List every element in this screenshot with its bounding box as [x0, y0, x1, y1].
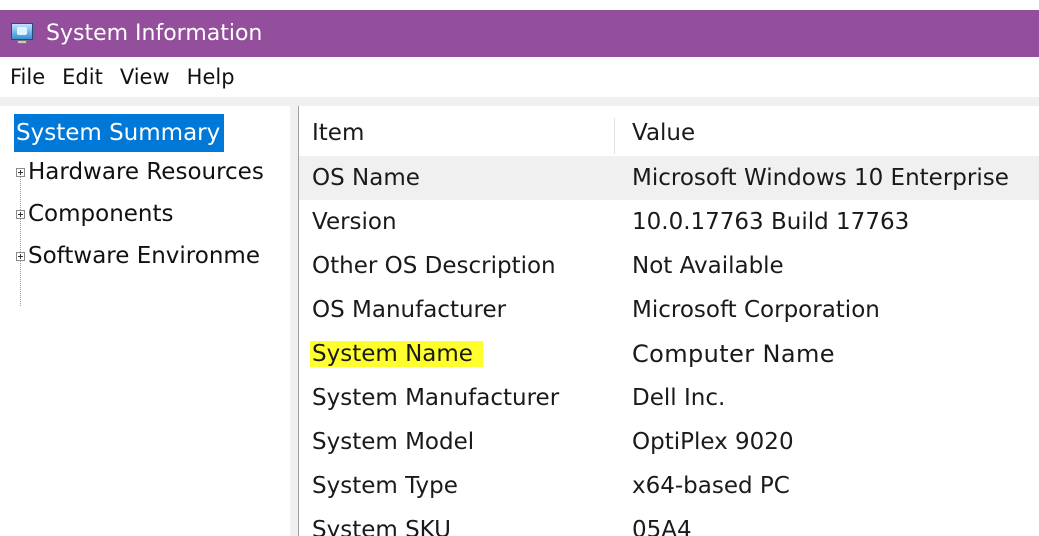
tree-item-label: Hardware Resources: [28, 159, 264, 185]
tree-item-software-environment[interactable]: Software Environme: [16, 236, 260, 276]
menu-file[interactable]: File: [10, 65, 45, 89]
row-value: x64-based PC: [632, 473, 790, 499]
table-row[interactable]: System Manufacturer Dell Inc.: [299, 376, 1039, 420]
menu-bar: File Edit View Help: [0, 57, 1039, 97]
table-row[interactable]: System Name Computer Name: [299, 332, 1039, 376]
top-margin: [0, 0, 1039, 10]
tree-item-hardware-resources[interactable]: Hardware Resources: [16, 152, 264, 192]
window-title: System Information: [46, 21, 263, 46]
row-item: System Model: [312, 429, 475, 455]
expand-plus-icon[interactable]: [16, 209, 25, 219]
row-value: Microsoft Corporation: [632, 297, 880, 323]
table-row[interactable]: System Model OptiPlex 9020: [299, 420, 1039, 464]
table-row[interactable]: System Type x64-based PC: [299, 464, 1039, 508]
table-row[interactable]: OS Manufacturer Microsoft Corporation: [299, 288, 1039, 332]
tree-item-system-summary[interactable]: System Summary: [14, 114, 225, 152]
expand-plus-icon[interactable]: [16, 251, 25, 261]
expand-plus-icon[interactable]: [16, 167, 25, 177]
column-header-item[interactable]: Item: [312, 110, 364, 156]
row-value: Microsoft Windows 10 Enterprise: [632, 165, 1009, 191]
row-item: Other OS Description: [312, 253, 556, 279]
column-divider[interactable]: [614, 118, 615, 154]
row-value: OptiPlex 9020: [632, 429, 794, 455]
row-item: System Manufacturer: [312, 385, 560, 411]
row-item: System SKU: [312, 517, 451, 536]
row-item: System Name: [310, 332, 483, 376]
tree-item-label: Components: [28, 201, 174, 227]
menu-view[interactable]: View: [120, 65, 170, 89]
row-value: 10.0.17763 Build 17763: [632, 209, 910, 235]
list-header: Item Value: [299, 110, 1039, 156]
row-value: Computer Name: [632, 340, 835, 368]
table-row[interactable]: OS Name Microsoft Windows 10 Enterprise: [299, 156, 1039, 200]
row-item: OS Manufacturer: [312, 297, 507, 323]
row-item: OS Name: [312, 165, 420, 191]
table-row[interactable]: System SKU 05A4: [299, 508, 1039, 536]
menu-separator: [0, 97, 1039, 106]
row-value: Not Available: [632, 253, 784, 279]
row-item: System Type: [312, 473, 458, 499]
tree-item-label: Software Environme: [28, 243, 260, 269]
row-value: Dell Inc.: [632, 385, 726, 411]
table-row[interactable]: Version 10.0.17763 Build 17763: [299, 200, 1039, 244]
pane-splitter[interactable]: [290, 106, 299, 536]
category-tree: System Summary Hardware Resources Compon…: [0, 106, 290, 536]
table-row[interactable]: Other OS Description Not Available: [299, 244, 1039, 288]
menu-help[interactable]: Help: [187, 65, 235, 89]
tree-item-components[interactable]: Components: [16, 194, 174, 234]
details-list: Item Value OS Name Microsoft Windows 10 …: [299, 106, 1039, 536]
row-value: 05A4: [632, 517, 692, 536]
column-header-value[interactable]: Value: [632, 110, 695, 156]
system-information-icon: [10, 22, 36, 46]
row-item: Version: [312, 209, 397, 235]
menu-edit[interactable]: Edit: [62, 65, 103, 89]
highlighted-item-text: System Name: [310, 341, 483, 367]
title-bar[interactable]: System Information: [0, 10, 1039, 57]
